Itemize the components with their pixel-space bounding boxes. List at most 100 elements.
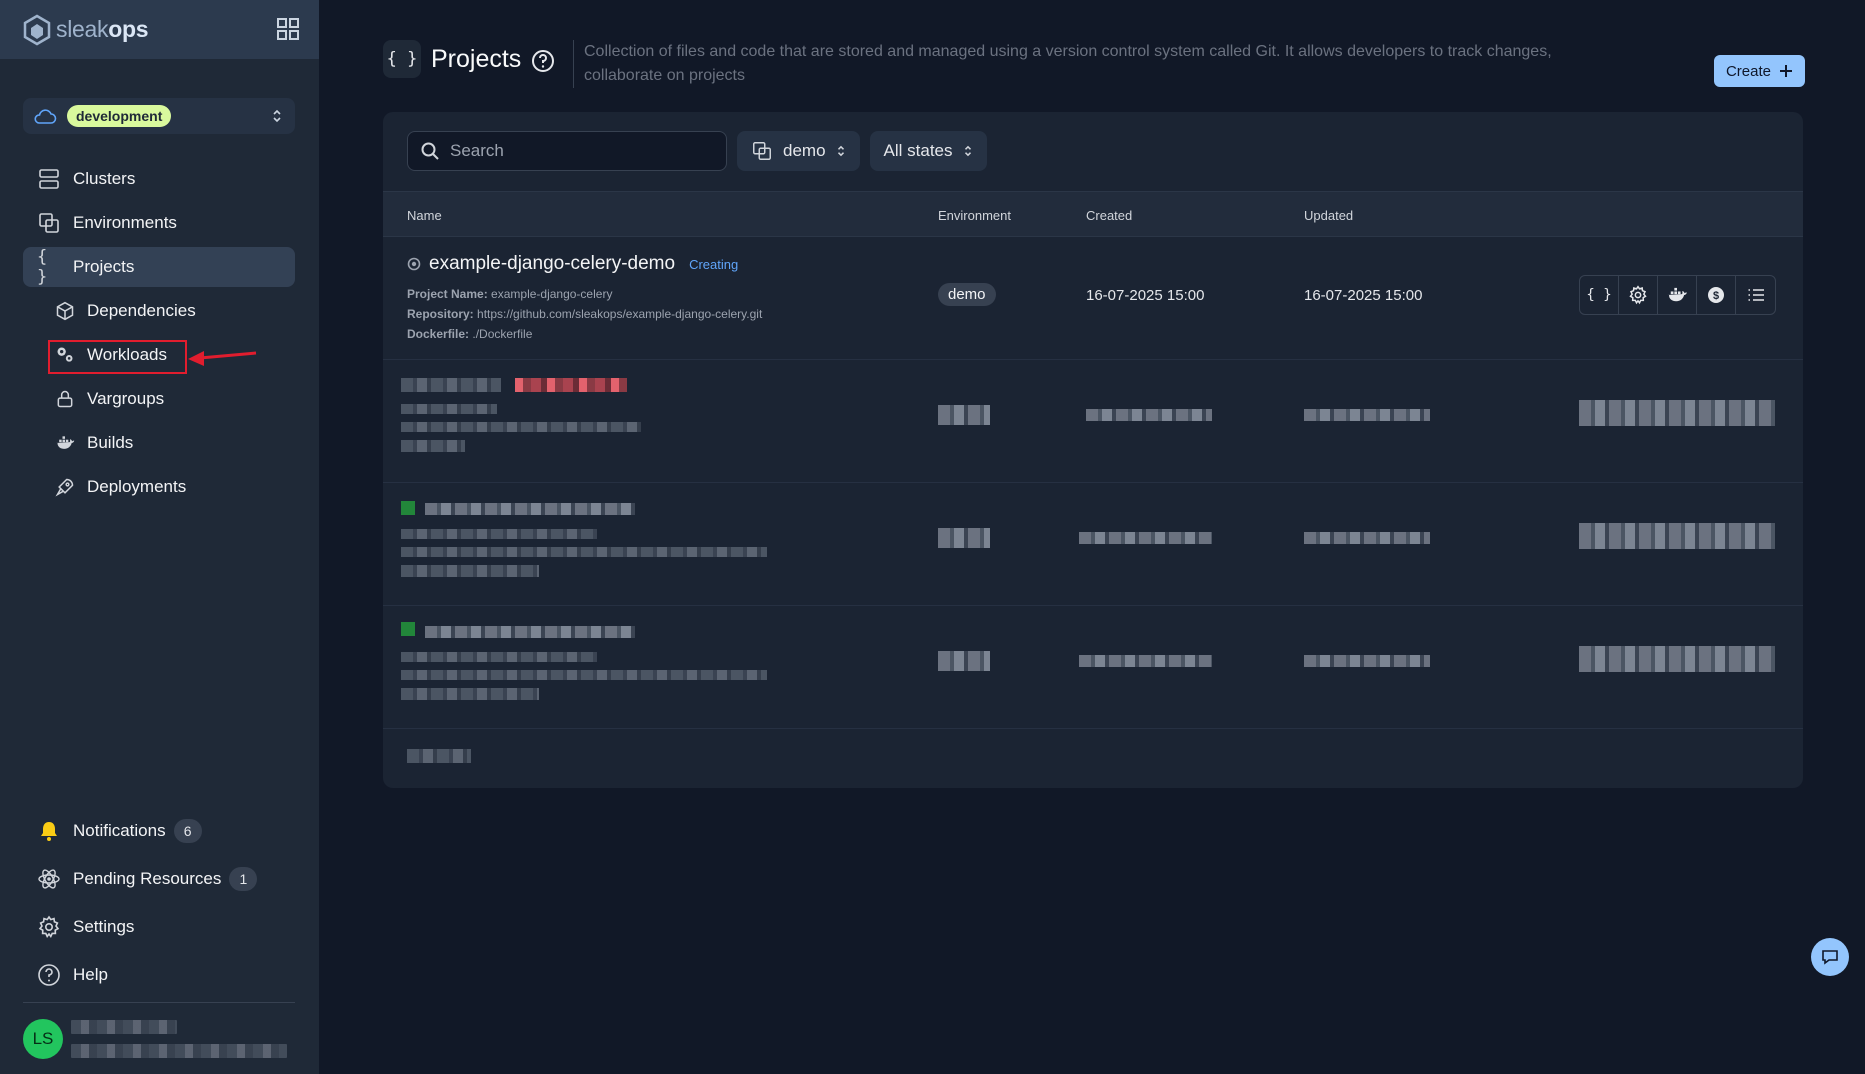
environment-badge: development bbox=[67, 105, 172, 127]
environment-badge: demo bbox=[938, 283, 996, 306]
nav-item-pending-resources[interactable]: Pending Resources 1 bbox=[23, 859, 295, 899]
nav-item-notifications[interactable]: Notifications 6 bbox=[23, 811, 295, 851]
nav-item-clusters[interactable]: Clusters bbox=[23, 159, 295, 199]
nav-label: Workloads bbox=[87, 345, 167, 364]
chevron-updown-icon bbox=[837, 145, 844, 157]
chevron-updown-icon bbox=[964, 145, 971, 157]
table-row[interactable] bbox=[383, 483, 1803, 606]
table-toolbar: demo All states bbox=[407, 131, 987, 171]
environment-filter[interactable]: demo bbox=[737, 131, 860, 171]
chat-support-button[interactable] bbox=[1811, 938, 1849, 976]
apps-grid-icon[interactable] bbox=[275, 16, 301, 42]
gear-icon bbox=[37, 915, 61, 939]
environment-selector[interactable]: development bbox=[23, 98, 295, 134]
nav-label: Settings bbox=[73, 917, 135, 936]
nav-item-dependencies[interactable]: Dependencies bbox=[23, 291, 295, 331]
logs-action-button[interactable] bbox=[1736, 276, 1775, 314]
search-icon bbox=[421, 142, 439, 160]
column-header-created[interactable]: Created bbox=[1086, 208, 1132, 223]
nav-item-vargroups[interactable]: Vargroups bbox=[23, 379, 295, 419]
avatar: LS bbox=[23, 1019, 63, 1059]
redacted-pagination bbox=[407, 749, 471, 763]
status-ok-icon bbox=[401, 622, 415, 636]
atom-icon bbox=[37, 867, 61, 891]
lock-icon bbox=[55, 389, 75, 409]
redacted-meta bbox=[401, 652, 597, 662]
help-circle-icon[interactable] bbox=[531, 49, 555, 73]
nav-item-deployments[interactable]: Deployments bbox=[23, 467, 295, 507]
redacted-updated bbox=[1304, 409, 1430, 421]
docker-icon bbox=[1667, 287, 1687, 302]
redacted-meta bbox=[401, 529, 597, 539]
braces-icon: { } bbox=[37, 247, 48, 287]
table-row[interactable] bbox=[383, 360, 1803, 483]
chat-icon bbox=[1822, 950, 1838, 965]
redacted-meta bbox=[401, 670, 767, 680]
nav-label: Vargroups bbox=[87, 389, 165, 408]
state-filter[interactable]: All states bbox=[869, 131, 987, 171]
column-header-name[interactable]: Name bbox=[407, 208, 442, 223]
sleakops-logo-icon bbox=[23, 14, 51, 45]
pending-count-badge: 1 bbox=[229, 867, 258, 891]
nav-item-builds[interactable]: Builds bbox=[23, 423, 295, 463]
svg-text:$: $ bbox=[1713, 290, 1719, 302]
nav-label: Projects bbox=[73, 257, 135, 276]
redacted-environment bbox=[938, 405, 990, 425]
row-actions: { } $ bbox=[1579, 275, 1776, 315]
code-action-button[interactable]: { } bbox=[1580, 276, 1619, 314]
notifications-count-badge: 6 bbox=[173, 819, 202, 843]
user-menu[interactable]: LS bbox=[23, 1019, 287, 1059]
redacted-project-name bbox=[425, 626, 635, 638]
settings-action-button[interactable] bbox=[1619, 276, 1658, 314]
page-title: Projects bbox=[431, 45, 522, 73]
create-button[interactable]: Create bbox=[1713, 55, 1805, 87]
environment-filter-value: demo bbox=[783, 141, 826, 160]
dockerfile-meta: Dockerfile: ./Dockerfile bbox=[407, 327, 533, 341]
table-row[interactable] bbox=[383, 606, 1803, 729]
redacted-meta bbox=[401, 440, 465, 452]
status-badge: Creating bbox=[689, 256, 739, 272]
column-header-environment[interactable]: Environment bbox=[938, 208, 1011, 223]
redacted-environment bbox=[938, 528, 990, 548]
search-field[interactable] bbox=[407, 131, 727, 171]
redacted-meta bbox=[401, 547, 767, 557]
bottom-nav: Notifications 6 Pending Resources 1 Sett… bbox=[23, 811, 295, 1003]
nav-label: Environments bbox=[73, 213, 177, 232]
redacted-environment bbox=[938, 651, 990, 671]
project-name-link[interactable]: example-django-celery-demo bbox=[429, 253, 675, 275]
nav-item-projects[interactable]: { } Projects bbox=[23, 247, 295, 287]
search-input[interactable] bbox=[450, 141, 710, 161]
main-content: { } Projects Collection of files and cod… bbox=[319, 0, 1865, 1074]
help-circle-icon bbox=[37, 963, 61, 987]
redacted-status-badge bbox=[515, 378, 627, 392]
sidebar: sleakops development Clusters Environmen… bbox=[0, 0, 319, 1074]
braces-icon: { } bbox=[1586, 287, 1612, 303]
projects-table-card: demo All states Name Environment Created… bbox=[383, 112, 1803, 788]
nav-label: Pending Resources bbox=[73, 869, 222, 888]
nav-item-help[interactable]: Help bbox=[23, 955, 295, 995]
nav-label: Builds bbox=[87, 433, 134, 452]
logo[interactable]: sleakops bbox=[22, 14, 149, 46]
cost-action-button[interactable]: $ bbox=[1697, 276, 1736, 314]
copy-icon bbox=[37, 211, 61, 235]
column-header-updated[interactable]: Updated bbox=[1304, 208, 1353, 223]
page-description: Collection of files and code that are st… bbox=[573, 40, 1573, 88]
bell-icon bbox=[37, 819, 61, 843]
redacted-meta bbox=[401, 688, 539, 700]
server-icon bbox=[37, 167, 61, 191]
table-header: Name Environment Created Updated bbox=[383, 191, 1803, 237]
nav-label: Notifications bbox=[73, 821, 166, 840]
project-name-meta: Project Name: example-django-celery bbox=[407, 287, 613, 301]
builds-action-button[interactable] bbox=[1658, 276, 1697, 314]
redacted-meta bbox=[401, 422, 641, 432]
redacted-actions bbox=[1579, 400, 1775, 426]
nav-item-settings[interactable]: Settings bbox=[23, 907, 295, 947]
create-button-label: Create bbox=[1725, 62, 1771, 80]
nav-item-environments[interactable]: Environments bbox=[23, 203, 295, 243]
redacted-project-name bbox=[425, 503, 635, 515]
plus-icon bbox=[1780, 65, 1792, 77]
cube-icon bbox=[55, 301, 75, 321]
braces-icon: { } bbox=[383, 40, 421, 78]
page-header: { } Projects bbox=[383, 40, 555, 78]
table-row[interactable]: example-django-celery-demo Creating Proj… bbox=[383, 237, 1803, 360]
